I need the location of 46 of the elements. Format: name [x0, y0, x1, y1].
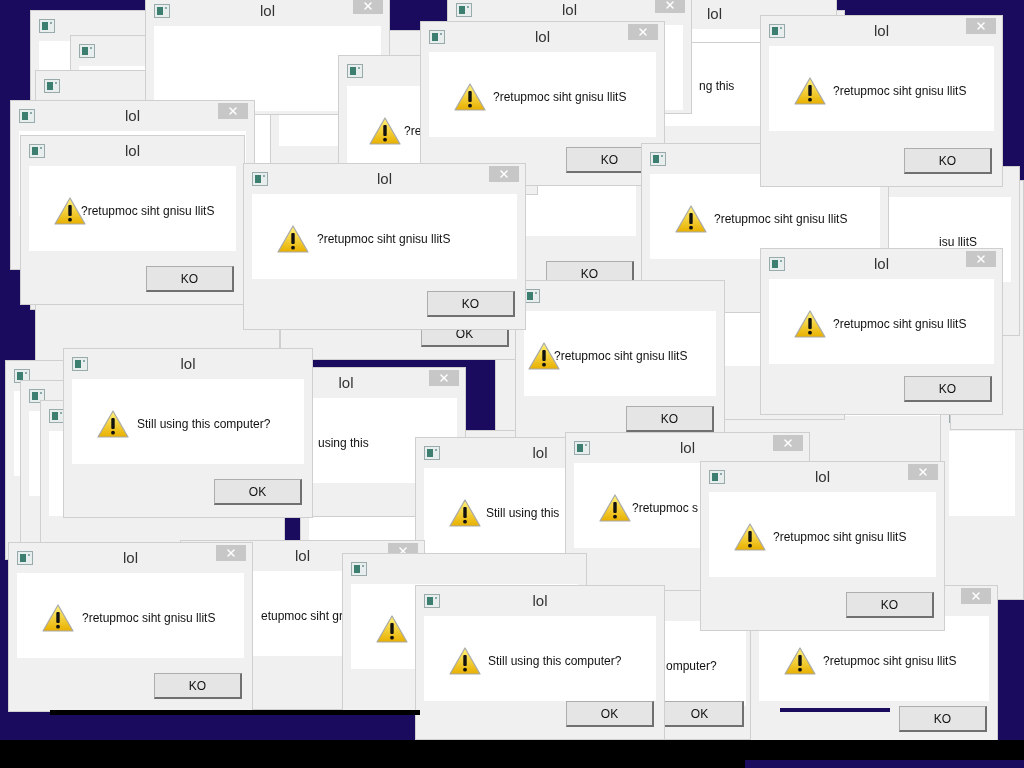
- dialog-button[interactable]: KO: [904, 148, 992, 174]
- message-text: ng this: [699, 78, 735, 95]
- window-title: lol: [123, 548, 138, 568]
- dialog-button[interactable]: KO: [904, 376, 992, 402]
- window-title: lol: [532, 443, 548, 463]
- message-text: Still using this: [486, 505, 560, 522]
- message-text: ?retupmoc siht gnisu llitS: [773, 529, 907, 546]
- message-text: ?retupmoc siht gnisu llitS: [823, 653, 957, 670]
- window-title: lol: [180, 354, 196, 374]
- window-title: lol: [338, 373, 354, 393]
- message-text: ?retupmoc s: [632, 500, 699, 517]
- window-title: lol: [295, 546, 310, 566]
- window-title: lol: [377, 169, 392, 189]
- message-text: Still using this computer?: [137, 416, 271, 433]
- window-title: lol: [532, 591, 548, 611]
- message-text: ?retupmoc siht gnisu llitS: [554, 348, 688, 365]
- message-text: etupmoc siht gr: [261, 608, 344, 625]
- message-text: ?retupmoc siht gnisu llitS: [82, 610, 216, 627]
- dialog-button[interactable]: KO: [427, 291, 515, 317]
- window-title: lol: [815, 467, 830, 487]
- message-text: Still using this computer?: [488, 653, 622, 670]
- message-text: ?retupmoc siht gnisu llitS: [833, 83, 967, 100]
- dialog-button[interactable]: OK: [214, 479, 302, 505]
- dialog-button[interactable]: KO: [899, 706, 987, 732]
- dialog-button[interactable]: KO: [626, 406, 714, 432]
- dialog-button[interactable]: KO: [146, 266, 234, 292]
- message-text: ?retupmoc siht gnisu llitS: [81, 203, 215, 220]
- message-text: ?retupmoc siht gnisu llitS: [317, 231, 451, 248]
- dialog-button[interactable]: OK: [566, 701, 654, 727]
- dialog-button[interactable]: KO: [154, 673, 242, 699]
- message-text: ?retupmoc siht gnisu llitS: [714, 211, 848, 228]
- message-text: isu llitS: [939, 234, 977, 251]
- window-title: lol: [562, 0, 577, 20]
- window-title: lol: [125, 141, 140, 161]
- window-title: lol: [707, 4, 722, 24]
- message-text: omputer?: [666, 658, 717, 675]
- message-text: ?retupmoc siht gnisu llitS: [493, 89, 627, 106]
- window-title: lol: [874, 254, 889, 274]
- window-title: lol: [874, 21, 889, 41]
- window-title: lol: [680, 438, 695, 458]
- window-title: lol: [535, 27, 550, 47]
- message-text: ?retupmoc siht gnisu llitS: [833, 316, 967, 333]
- window-title: lol: [260, 1, 275, 21]
- message-text: using this: [318, 435, 369, 452]
- dialog-button[interactable]: KO: [846, 592, 934, 618]
- window-title: lol: [125, 106, 140, 126]
